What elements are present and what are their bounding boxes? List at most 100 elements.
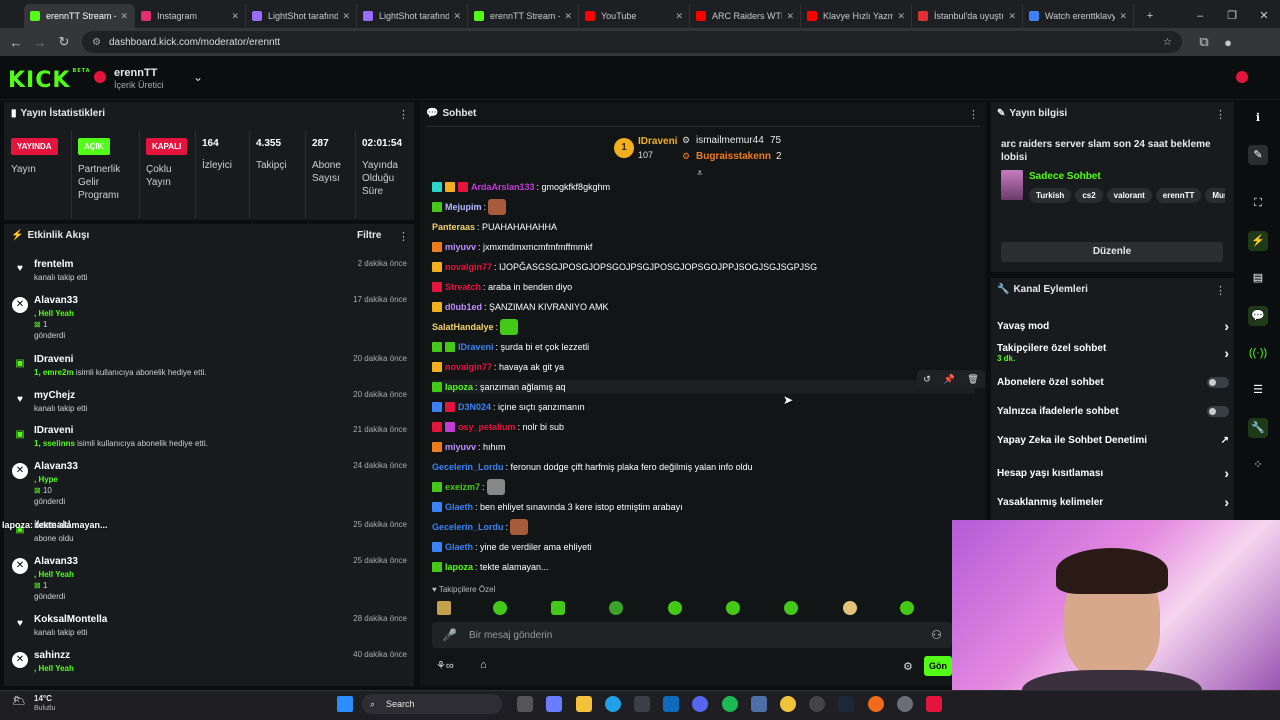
app-icon[interactable]	[751, 696, 767, 712]
chat-message[interactable]: Gecelerin_Lordu: feronun dodge çift harf…	[432, 460, 753, 474]
activity-item[interactable]: ▣ IDraveni 21 dakika önce 1, sselinns isiml…	[12, 425, 407, 459]
tab-close-icon[interactable]: ✕	[675, 11, 683, 22]
chat-message[interactable]: lapoza: tekte alamayan...	[432, 560, 549, 574]
emote-icon[interactable]	[784, 601, 798, 615]
browser-tab[interactable]: erennTT Stream - ✕	[24, 4, 135, 28]
chat-message[interactable]: novalgin77: havaya ak git ya	[432, 360, 564, 374]
layout-icon[interactable]: ☰	[1248, 380, 1268, 400]
chat-username[interactable]: IDraveni	[458, 340, 494, 354]
chevron-down-icon[interactable]: ⌄	[193, 70, 203, 84]
emote-icon[interactable]	[551, 601, 565, 615]
gifter-2-name[interactable]: ismailmemur44	[696, 135, 764, 146]
chat-message[interactable]: ArdaArslan133: gmogkfkf8gkghm	[432, 180, 610, 194]
filter-button[interactable]: Filtre	[357, 230, 381, 241]
toggle-switch[interactable]	[1207, 377, 1229, 388]
chevron-right-icon[interactable]: ›	[1224, 494, 1229, 510]
stream-info-menu-icon[interactable]: ⋮	[1215, 108, 1226, 121]
settings-icon[interactable]	[897, 696, 913, 712]
chat-message[interactable]: miyuvv: hıhım	[432, 440, 506, 454]
chrome-icon[interactable]	[780, 696, 796, 712]
chevron-right-icon[interactable]: ›	[1224, 345, 1229, 361]
chat-message[interactable]: Streatch: araba in benden diyo	[432, 280, 572, 294]
app-icon[interactable]	[809, 696, 825, 712]
chevron-right-icon[interactable]: ›	[1224, 318, 1229, 334]
browser-tab[interactable]: Watch erenttklavy ✕	[1023, 4, 1134, 28]
community-icon[interactable]: ⚘∞	[436, 659, 454, 672]
tab-close-icon[interactable]: ✕	[231, 11, 239, 22]
user-avatar[interactable]	[94, 71, 106, 83]
channel-action-item[interactable]: Abonelere özel sohbet	[997, 377, 1229, 388]
discord-icon[interactable]	[692, 696, 708, 712]
emote-icon[interactable]	[668, 601, 682, 615]
chat-message[interactable]: Glaeth: yine de verdiler ama ehliyeti	[432, 540, 592, 554]
task-view-icon[interactable]	[517, 696, 533, 712]
emote-icon[interactable]	[493, 601, 507, 615]
external-link-icon[interactable]: ↗	[1221, 435, 1229, 446]
broadcast-icon[interactable]: ((·))	[1248, 343, 1268, 363]
chat-message[interactable]: Mejupim:	[432, 199, 507, 215]
browser-tab[interactable]: LightShot tarafınd ✕	[357, 4, 468, 28]
chat-username[interactable]: ArdaArslan133	[471, 180, 535, 194]
tab-close-icon[interactable]: ✕	[897, 11, 905, 22]
extensions-icon[interactable]: ⧉	[1192, 34, 1216, 50]
tab-close-icon[interactable]: ✕	[1008, 11, 1016, 22]
channel-action-item[interactable]: Hesap yaşı kısıtlaması ›	[997, 465, 1229, 481]
chevron-right-icon[interactable]: ›	[1224, 465, 1229, 481]
expand-icon[interactable]: ⛶	[1248, 193, 1268, 213]
delete-icon[interactable]: 🗑	[967, 374, 978, 385]
tab-close-icon[interactable]: ✕	[342, 11, 350, 22]
activity-item[interactable]: ▣ IDraveni 20 dakika önce 1, emre2m isimli …	[12, 354, 407, 388]
activity-item[interactable]: ▣ ileanakl 25 dakika önce abone oldu lapoza:…	[2, 520, 407, 554]
emote-icon[interactable]	[609, 601, 623, 615]
outlook-icon[interactable]	[663, 696, 679, 712]
chat-message[interactable]: exeizm7:	[432, 479, 505, 495]
chat-username[interactable]: exeizm7	[445, 480, 480, 494]
edge-icon[interactable]	[605, 696, 621, 712]
microphone-icon[interactable]: 🎤	[442, 628, 457, 642]
chat-username[interactable]: novalgin77	[445, 260, 492, 274]
browser-tab[interactable]: LightShot tarafınd ✕	[246, 4, 357, 28]
browser-tab[interactable]: Instagram ✕	[135, 4, 246, 28]
taskbar-search[interactable]: ⌕ Search	[362, 694, 502, 714]
stream-tag[interactable]: valorant	[1106, 188, 1152, 203]
chat-message[interactable]: novalgin77: IJOPĞASGSGJPOSGJOPSGOJPSGJPO…	[432, 260, 817, 274]
collapse-icon[interactable]: ⩡	[697, 168, 703, 179]
reply-icon[interactable]: ↺	[923, 374, 931, 385]
site-info-icon[interactable]: ⚙	[92, 37, 101, 48]
stream-tag[interactable]: erennTT	[1155, 188, 1202, 203]
chat-username[interactable]: Glaeth	[445, 500, 473, 514]
store-icon[interactable]: ⌂	[480, 659, 487, 671]
chat-username[interactable]: SalatHandalye	[432, 320, 494, 334]
info-icon[interactable]: ℹ	[1248, 108, 1268, 128]
tab-close-icon[interactable]: ✕	[453, 11, 461, 22]
toggle-switch[interactable]	[1207, 406, 1229, 417]
kick-logo[interactable]: KICK BETA	[8, 68, 91, 93]
new-tab-button[interactable]: +	[1134, 4, 1166, 28]
store-icon[interactable]	[634, 696, 650, 712]
channel-action-item[interactable]: Yalnızca ifadelerle sohbet	[997, 406, 1229, 417]
gifter-3-name[interactable]: Bugraisstakenn	[696, 151, 771, 162]
stream-tag[interactable]: Turkish	[1029, 188, 1072, 203]
chat-username[interactable]: d0ub1ed	[445, 300, 482, 314]
url-field[interactable]: ⚙ dashboard.kick.com/moderator/erenntt ☆	[82, 31, 1182, 53]
copilot-icon[interactable]	[546, 696, 562, 712]
file-explorer-icon[interactable]	[576, 696, 592, 712]
chat-menu-icon[interactable]: ⋮	[968, 108, 979, 121]
spotify-icon[interactable]	[722, 696, 738, 712]
maximize-button[interactable]: ❐	[1216, 4, 1248, 28]
pencil-icon[interactable]: ✎	[1248, 145, 1268, 165]
emote-icon[interactable]	[437, 601, 451, 615]
stream-tag[interactable]: cs2	[1075, 188, 1103, 203]
activity-item[interactable]: ♥ frentelm 2 dakika önce kanalı takip etti	[12, 259, 407, 293]
tab-close-icon[interactable]: ✕	[1119, 11, 1127, 22]
chat-message[interactable]: D3N024: içine sıçtı şanzımanın	[432, 400, 585, 414]
account-avatar[interactable]	[1236, 71, 1248, 83]
tab-close-icon[interactable]: ✕	[564, 11, 572, 22]
browser-tab[interactable]: İstanbul'da uyuştı ✕	[912, 4, 1023, 28]
chat-username[interactable]: novalgin77	[445, 360, 492, 374]
document-icon[interactable]: ▤	[1248, 268, 1268, 288]
send-button[interactable]: Gön	[924, 656, 952, 676]
chat-username[interactable]: Glaeth	[445, 540, 473, 554]
top-gifter-name[interactable]: IDraveni	[638, 136, 677, 147]
channel-action-item[interactable]: Yavaş mod ›	[997, 318, 1229, 334]
